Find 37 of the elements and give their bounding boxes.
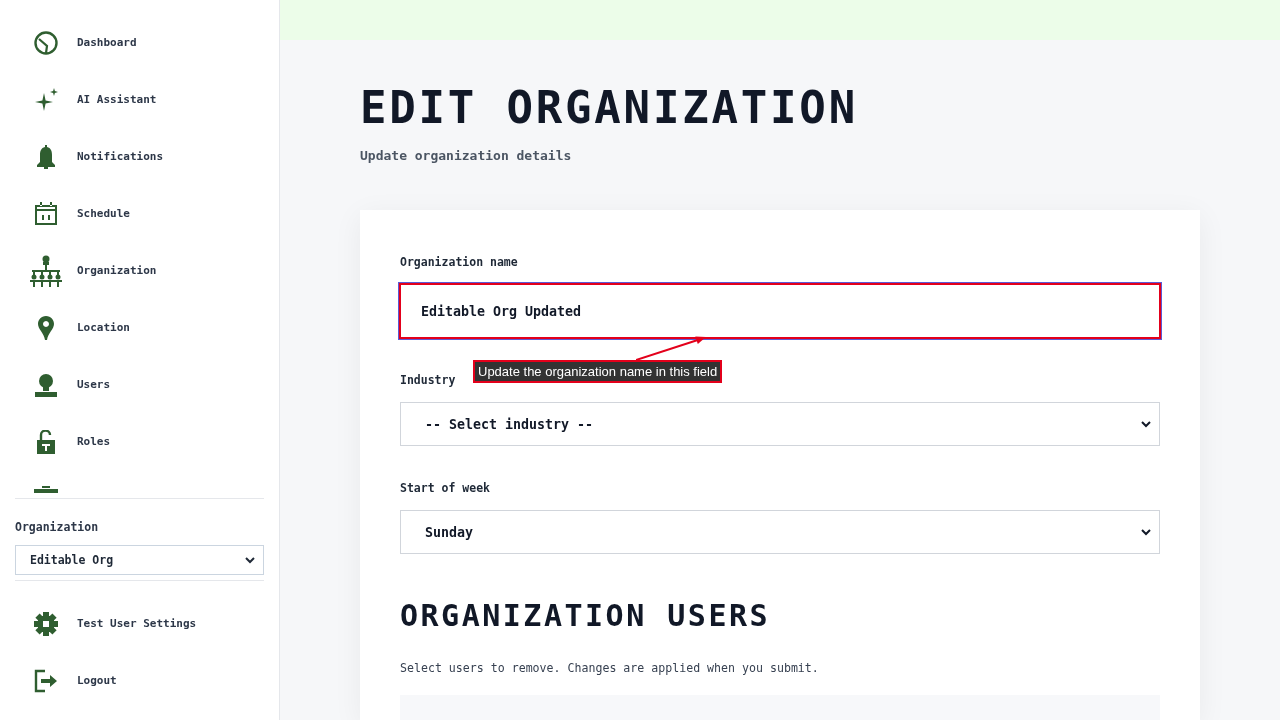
nav-item[interactable]: Notifications — [0, 128, 164, 185]
chevron-down-icon — [1141, 420, 1151, 428]
bell-icon — [34, 144, 58, 169]
chevron-down-icon — [1141, 528, 1151, 536]
chevron-down-icon — [245, 556, 255, 564]
nav-item[interactable]: Location — [0, 299, 130, 356]
section-description: Select users to remove. Changes are applied when you submit. — [400, 660, 819, 676]
nav-item[interactable]: Schedule — [0, 185, 130, 242]
logout-icon — [34, 668, 58, 693]
organization-select[interactable]: Editable Org — [15, 545, 264, 575]
nav-item[interactable]: Users — [0, 356, 111, 413]
padlock-icon — [34, 429, 58, 454]
page-title: EDIT ORGANIZATION — [360, 82, 858, 134]
select-field[interactable]: Sunday — [400, 510, 1160, 554]
org-chart-icon — [30, 254, 62, 287]
calendar-icon — [34, 201, 58, 226]
settings-icon — [34, 611, 58, 636]
select-field[interactable]: -- Select industry -- — [400, 402, 1160, 446]
nav-item[interactable]: Logout — [0, 652, 117, 709]
sparkle-icon — [34, 87, 58, 112]
annotation-tooltip: Update the organization name in this field — [473, 360, 723, 383]
nav-item[interactable]: Dashboard — [0, 14, 137, 71]
nav-item[interactable]: Test User Settings — [0, 595, 197, 652]
nav-item[interactable]: Organization — [0, 242, 157, 299]
nav-item[interactable]: AI Assistant — [0, 71, 157, 128]
nav-item[interactable]: Roles — [0, 413, 111, 470]
field-label: Start of week — [400, 480, 490, 496]
field-label: Organization name — [400, 254, 518, 270]
briefcase-icon — [34, 486, 58, 493]
field-label: Industry — [400, 372, 456, 388]
gauge-icon — [34, 30, 58, 55]
section-heading: ORGANIZATION USERS — [400, 598, 771, 634]
page-subtitle: Update organization details — [360, 147, 572, 165]
user-icon — [34, 372, 58, 397]
annotation-arrow — [636, 336, 707, 361]
organization-label: Organization — [15, 520, 99, 534]
text-input[interactable]: Editable Org Updated — [400, 284, 1160, 338]
